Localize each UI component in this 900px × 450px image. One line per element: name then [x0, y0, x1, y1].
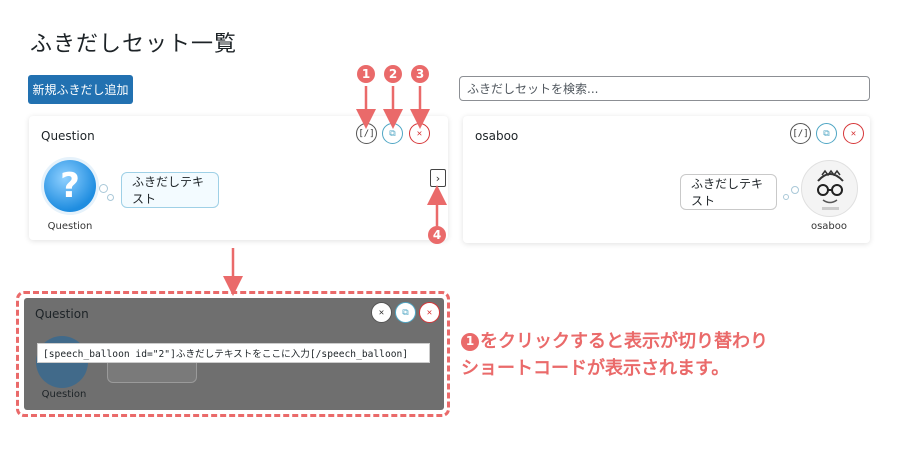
marker-1: 1 [357, 65, 375, 83]
marker-1-inline: 1 [461, 332, 479, 351]
marker-4: 4 [428, 226, 446, 244]
marker-2: 2 [384, 65, 402, 83]
annotation-arrows [223, 86, 447, 296]
explanation-line-1: をクリックすると表示が切り替わり [480, 331, 768, 352]
explanation-line-2: ショートコードが表示されます。 [461, 358, 730, 379]
marker-3: 3 [411, 65, 429, 83]
explanation-text: 1 をクリックすると表示が切り替わり ショートコードが表示されます。 [461, 328, 768, 382]
